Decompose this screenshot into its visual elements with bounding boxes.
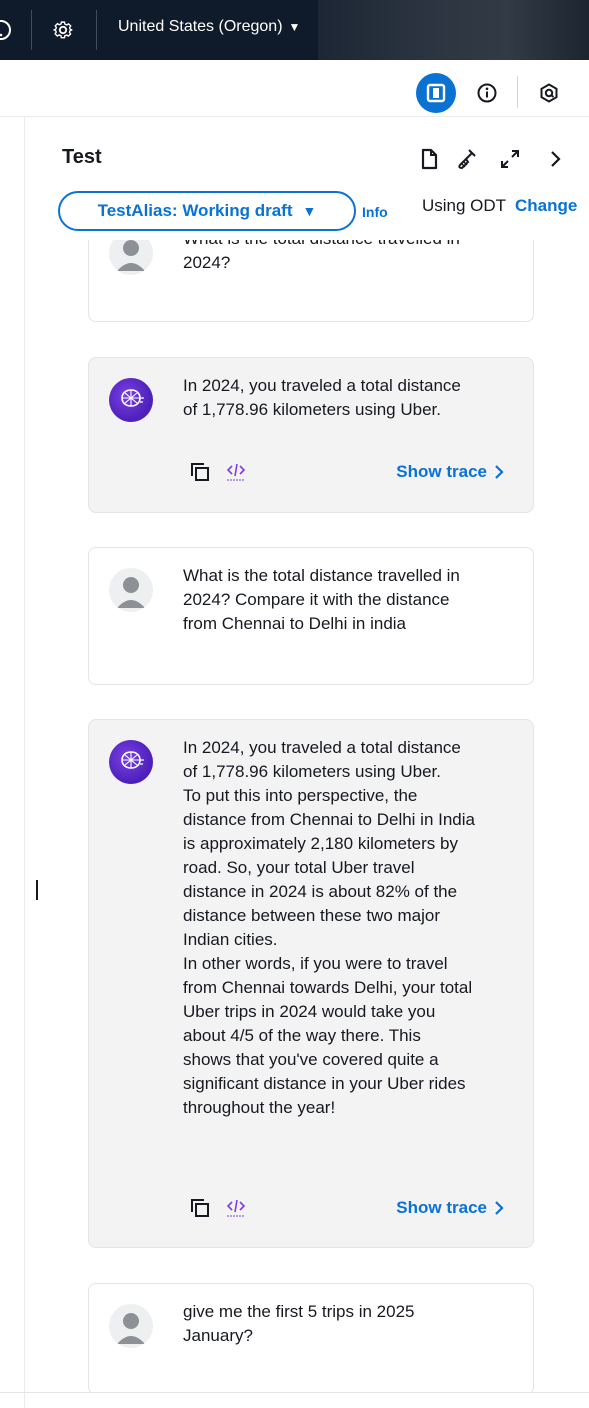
settings-gear-icon[interactable] — [48, 15, 78, 45]
caret-down-icon: ▼ — [302, 203, 317, 219]
copy-icon[interactable] — [189, 461, 211, 488]
info-link[interactable]: Info — [362, 204, 388, 220]
user-avatar — [109, 240, 153, 275]
chat-history[interactable]: What is the total distance travelled in … — [0, 240, 589, 1392]
top-navigation-bar: United States (Oregon) ▼ — [0, 0, 589, 60]
message-text: What is the total distance travelled in … — [183, 566, 460, 633]
chevron-right-icon[interactable] — [542, 146, 568, 172]
copy-icon[interactable] — [189, 1197, 211, 1224]
expand-icon[interactable] — [497, 146, 523, 172]
code-icon[interactable] — [225, 461, 247, 488]
info-icon[interactable] — [472, 78, 502, 108]
help-icon[interactable] — [0, 15, 16, 45]
message-text: In 2024, you traveled a total distance o… — [183, 376, 461, 419]
panel-title: Test — [62, 146, 102, 168]
message-text: What is the total distance travelled in … — [183, 240, 460, 272]
region-selector[interactable]: United States (Oregon) ▼ — [118, 18, 300, 36]
user-message: What is the total distance travelled in … — [88, 547, 534, 685]
user-message: give me the first 5 trips in 2025 Januar… — [88, 1283, 534, 1392]
chevron-right-icon — [495, 465, 504, 479]
message-actions — [189, 1198, 247, 1222]
divider — [0, 1392, 589, 1393]
side-panel-icon — [426, 83, 446, 103]
user-avatar — [109, 1304, 153, 1348]
message-text: give me the first 5 trips in 2025 Januar… — [183, 1302, 415, 1345]
side-panel-toggle-button[interactable] — [416, 73, 456, 113]
divider — [96, 10, 97, 50]
chatbot-icon[interactable] — [534, 78, 564, 108]
show-trace-label: Show trace — [396, 462, 487, 481]
assistant-message: In 2024, you traveled a total distance o… — [88, 357, 534, 513]
user-message: What is the total distance travelled in … — [88, 240, 534, 322]
show-trace-label: Show trace — [396, 1198, 487, 1217]
divider — [31, 10, 32, 50]
message-actions — [189, 462, 247, 486]
show-trace-button[interactable]: Show trace — [396, 462, 505, 482]
chevron-right-icon — [495, 1201, 504, 1215]
alias-label: TestAlias: Working draft — [97, 201, 293, 220]
message-text: In 2024, you traveled a total distance o… — [183, 738, 475, 1117]
change-link[interactable]: Change — [515, 196, 577, 216]
console-toolbar — [0, 60, 589, 117]
blurred-account-area — [318, 0, 589, 60]
odt-label: Using ODT — [422, 196, 507, 215]
assistant-avatar-icon — [109, 378, 153, 422]
document-icon[interactable] — [416, 146, 442, 172]
show-trace-button[interactable]: Show trace — [396, 1198, 505, 1218]
caret-down-icon: ▼ — [288, 20, 301, 34]
user-avatar — [109, 568, 153, 612]
assistant-avatar-icon — [109, 740, 153, 784]
code-icon[interactable] — [225, 1197, 247, 1224]
region-label: United States (Oregon) — [118, 18, 283, 35]
assistant-message: In 2024, you traveled a total distance o… — [88, 719, 534, 1248]
divider — [517, 76, 518, 108]
broom-clear-icon[interactable] — [454, 146, 480, 172]
alias-selector-button[interactable]: TestAlias: Working draft ▼ — [58, 191, 356, 231]
